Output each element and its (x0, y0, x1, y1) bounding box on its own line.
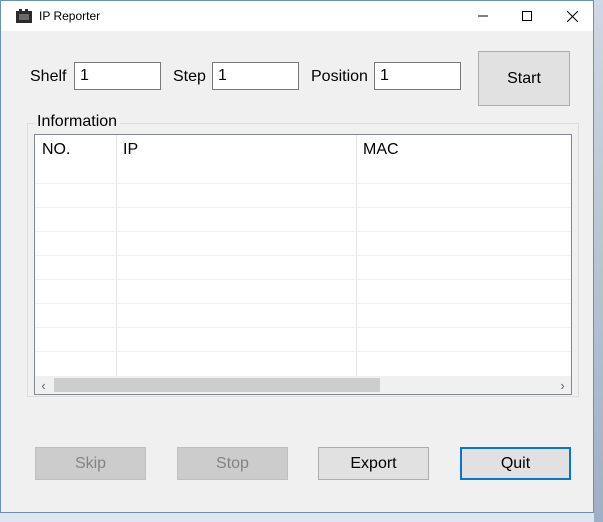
grid-line (35, 231, 571, 232)
column-header-no[interactable]: NO. (35, 135, 116, 183)
maximize-icon (522, 11, 532, 21)
close-button[interactable] (549, 1, 595, 31)
chevron-left-icon[interactable]: ‹ (35, 376, 52, 394)
grid-line (35, 183, 571, 184)
information-group-title: Information (34, 113, 121, 131)
step-label: Step (173, 68, 206, 85)
grid-line (35, 327, 571, 328)
main-window: IP Reporter Shelf Step Position Start In… (0, 0, 594, 513)
shelf-label: Shelf (30, 68, 67, 85)
title-bar[interactable]: IP Reporter (1, 1, 593, 31)
column-header-mac[interactable]: MAC (356, 135, 571, 183)
grid-line (35, 303, 571, 304)
step-input[interactable] (212, 62, 299, 90)
grid-line (35, 351, 571, 352)
position-label: Position (311, 68, 368, 85)
stop-button[interactable]: Stop (177, 447, 288, 480)
start-button[interactable]: Start (478, 51, 570, 106)
close-icon (566, 10, 578, 22)
chevron-right-icon[interactable]: › (554, 376, 571, 394)
horizontal-scrollbar[interactable]: ‹ › (35, 376, 571, 394)
window-title: IP Reporter (39, 9, 101, 23)
minimize-button[interactable] (460, 1, 506, 31)
export-button[interactable]: Export (318, 447, 429, 480)
app-icon (16, 9, 32, 23)
grid-line (35, 255, 571, 256)
grid-line (35, 279, 571, 280)
scrollbar-thumb[interactable] (54, 378, 380, 392)
position-input[interactable] (374, 62, 461, 90)
column-header-ip[interactable]: IP (116, 135, 356, 183)
shelf-input[interactable] (74, 62, 161, 90)
maximize-button[interactable] (504, 1, 550, 31)
desktop-background (594, 0, 603, 522)
quit-button[interactable]: Quit (460, 447, 571, 480)
grid-line (35, 207, 571, 208)
information-list[interactable]: NO. IP MAC ‹ › (34, 134, 572, 395)
minimize-icon (478, 11, 488, 21)
skip-button[interactable]: Skip (35, 447, 146, 480)
